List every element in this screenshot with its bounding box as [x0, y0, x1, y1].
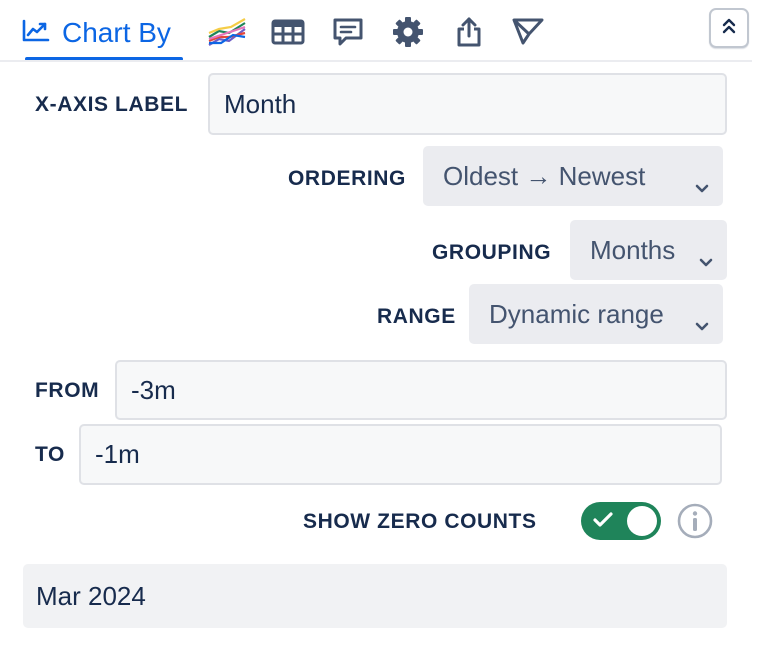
ordering-select[interactable]: Oldest → Newest: [423, 146, 723, 206]
collapse-icon: [722, 17, 736, 40]
tab-chart-by[interactable]: Chart By: [22, 8, 171, 58]
from-label: FROM: [35, 379, 100, 402]
chevron-down-icon: [699, 244, 713, 275]
range-preview: Mar 2024: [23, 564, 727, 628]
filter-icon[interactable]: [508, 12, 548, 52]
chevron-down-icon: [695, 170, 709, 201]
table-icon[interactable]: [268, 12, 308, 52]
multi-series-chart-icon[interactable]: [207, 12, 247, 52]
gear-icon[interactable]: [388, 12, 428, 52]
x-axis-label-label: X-AXIS LABEL: [35, 93, 189, 116]
comment-icon[interactable]: [328, 12, 368, 52]
x-axis-label-input[interactable]: Month: [208, 73, 727, 135]
show-zero-counts-label: SHOW ZERO COUNTS: [303, 510, 537, 533]
show-zero-counts-toggle[interactable]: [581, 502, 661, 540]
from-input[interactable]: -3m: [115, 360, 727, 420]
collapse-button[interactable]: [709, 8, 749, 48]
check-icon: [593, 512, 613, 533]
chart-toolbar: Chart By: [0, 0, 760, 62]
ordering-value: Oldest → Newest: [443, 160, 646, 191]
line-chart-icon: [22, 19, 50, 48]
share-icon[interactable]: [449, 12, 489, 52]
range-label: RANGE: [377, 305, 456, 328]
grouping-label: GROUPING: [432, 241, 552, 264]
info-icon[interactable]: [677, 503, 713, 544]
toolbar-divider: [0, 60, 752, 62]
range-select[interactable]: Dynamic range: [469, 284, 723, 344]
grouping-select[interactable]: Months: [570, 220, 727, 280]
to-input[interactable]: -1m: [79, 424, 722, 485]
grouping-value: Months: [590, 234, 676, 265]
toggle-knob: [627, 506, 657, 536]
chevron-down-icon: [695, 308, 709, 339]
ordering-label: ORDERING: [288, 167, 406, 190]
tab-chart-by-label: Chart By: [62, 17, 171, 48]
range-value: Dynamic range: [489, 298, 664, 329]
to-label: TO: [35, 443, 65, 466]
